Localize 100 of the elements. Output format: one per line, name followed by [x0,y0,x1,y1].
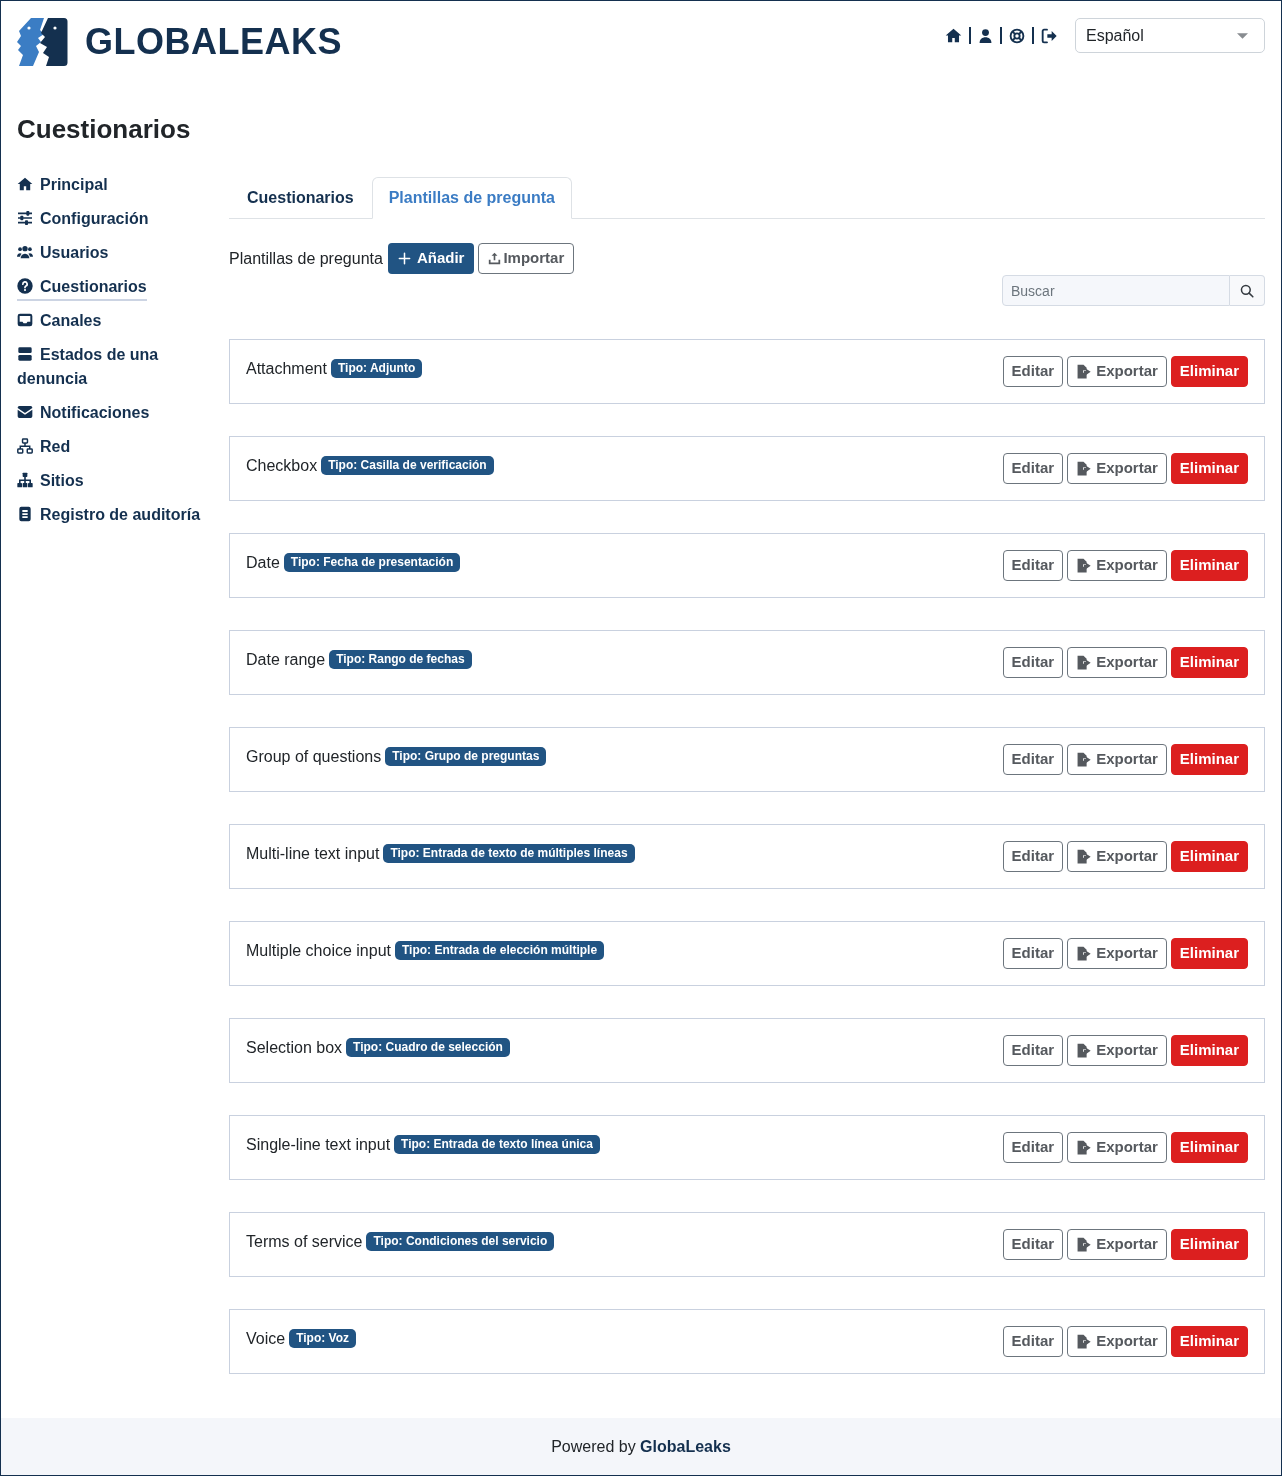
network-icon [17,438,33,454]
export-button[interactable]: Exportar [1067,744,1167,775]
sidebar-link[interactable]: Notificaciones [17,401,150,427]
delete-button[interactable]: Eliminar [1170,356,1248,387]
caret-icon [1237,32,1248,39]
delete-button[interactable]: Eliminar [1170,647,1248,678]
sidebar-link[interactable]: Principal [17,173,108,199]
type-badge: Tipo: Condiciones del servicio [366,1232,555,1251]
template-name: Single-line text input [246,1134,391,1155]
file-export-icon [1076,752,1092,767]
export-button[interactable]: Exportar [1067,453,1167,484]
file-export-icon [1076,849,1092,864]
upload-icon [488,252,502,265]
sidebar-link[interactable]: Estados de una denuncia [17,343,217,393]
edit-button[interactable]: Editar [1002,550,1064,581]
edit-button[interactable]: Editar [1002,1035,1064,1066]
sitemap-icon [17,472,33,488]
sliders-icon [17,210,33,226]
question-circle-icon [17,278,33,294]
type-badge: Tipo: Adjunto [330,359,423,378]
delete-button[interactable]: Eliminar [1170,1035,1248,1066]
import-button[interactable]: Importar [478,243,575,274]
type-badge: Tipo: Entrada de texto de múltiples líneas [383,844,635,863]
type-badge: Tipo: Fecha de presentación [283,553,461,572]
sidebar-link[interactable]: Usuarios [17,241,109,267]
template-name: Attachment [246,358,327,379]
type-badge: Tipo: Entrada de elección múltiple [394,941,605,960]
export-button[interactable]: Exportar [1067,1229,1167,1260]
delete-button[interactable]: Eliminar [1170,1229,1248,1260]
export-button[interactable]: Exportar [1067,1132,1167,1163]
template-name: Checkbox [246,455,318,476]
export-button[interactable]: Exportar [1067,1035,1167,1066]
edit-button[interactable]: Editar [1002,938,1064,969]
users-icon [17,244,33,260]
sidebar-link[interactable]: Sitios [17,469,84,495]
edit-button[interactable]: Editar [1002,1229,1064,1260]
edit-button[interactable]: Editar [1002,744,1064,775]
edit-button[interactable]: Editar [1002,453,1064,484]
type-badge: Tipo: Casilla de verificación [321,456,494,475]
template-name: Multi-line text input [246,843,380,864]
sidebar-link[interactable]: Cuestionarios [17,275,147,301]
edit-button[interactable]: Editar [1002,356,1064,387]
delete-button[interactable]: Eliminar [1170,1132,1248,1163]
export-button[interactable]: Exportar [1067,356,1167,387]
file-export-icon [1076,1237,1092,1252]
file-export-icon [1076,1043,1092,1058]
delete-button[interactable]: Eliminar [1170,841,1248,872]
add-button[interactable]: Añadir [387,243,475,274]
file-export-icon [1076,364,1092,379]
template-name: Multiple choice input [246,940,391,961]
sidebar-link[interactable]: Canales [17,309,102,335]
file-export-icon [1076,655,1092,670]
edit-button[interactable]: Editar [1002,647,1064,678]
file-export-icon [1076,558,1092,573]
template-name: Terms of service [246,1231,363,1252]
clipboard-icon [17,506,33,522]
export-button[interactable]: Exportar [1067,1326,1167,1357]
server-icon [17,346,33,362]
search-button[interactable] [1230,275,1265,306]
template-name: Group of questions [246,746,382,767]
edit-button[interactable]: Editar [1002,1132,1064,1163]
type-badge: Tipo: Cuadro de selección [346,1038,510,1057]
language-select[interactable]: Español [1075,18,1265,53]
delete-button[interactable]: Eliminar [1170,744,1248,775]
file-export-icon [1076,1140,1092,1155]
user-icon[interactable] [978,27,993,44]
logo-text: GLOBALEAKS [85,24,342,60]
template-name: Date [246,552,280,573]
template-name: Date range [246,649,326,670]
life-ring-icon[interactable] [1009,27,1025,44]
delete-button[interactable]: Eliminar [1170,1326,1248,1357]
sidebar-link[interactable]: Configuración [17,207,149,233]
sidebar-link[interactable]: Registro de auditoría [17,503,201,529]
export-button[interactable]: Exportar [1067,647,1167,678]
delete-button[interactable]: Eliminar [1170,938,1248,969]
edit-button[interactable]: Editar [1002,1326,1064,1357]
tab[interactable]: Plantillas de pregunta [371,177,572,219]
delete-button[interactable]: Eliminar [1170,550,1248,581]
sidebar-link[interactable]: Red [17,435,71,461]
search-icon [1240,283,1254,298]
logo-icon [17,17,68,67]
template-name: Voice [246,1328,286,1349]
file-export-icon [1076,1334,1092,1349]
search-field[interactable]: Buscar [1002,275,1230,306]
file-export-icon [1076,461,1092,476]
tab[interactable]: Cuestionarios [229,177,372,219]
home-icon[interactable] [945,27,962,44]
home-icon [17,176,33,192]
delete-button[interactable]: Eliminar [1170,453,1248,484]
export-button[interactable]: Exportar [1067,841,1167,872]
export-button[interactable]: Exportar [1067,938,1167,969]
export-button[interactable]: Exportar [1067,550,1167,581]
type-badge: Tipo: Voz [289,1329,357,1348]
sign-out-icon[interactable] [1041,27,1057,44]
type-badge: Tipo: Entrada de texto línea única [394,1135,600,1154]
type-badge: Tipo: Grupo de preguntas [385,747,547,766]
plus-icon [397,252,411,265]
type-badge: Tipo: Rango de fechas [329,650,472,669]
edit-button[interactable]: Editar [1002,841,1064,872]
footer-text: Powered by GlobaLeaks [551,1436,731,1457]
